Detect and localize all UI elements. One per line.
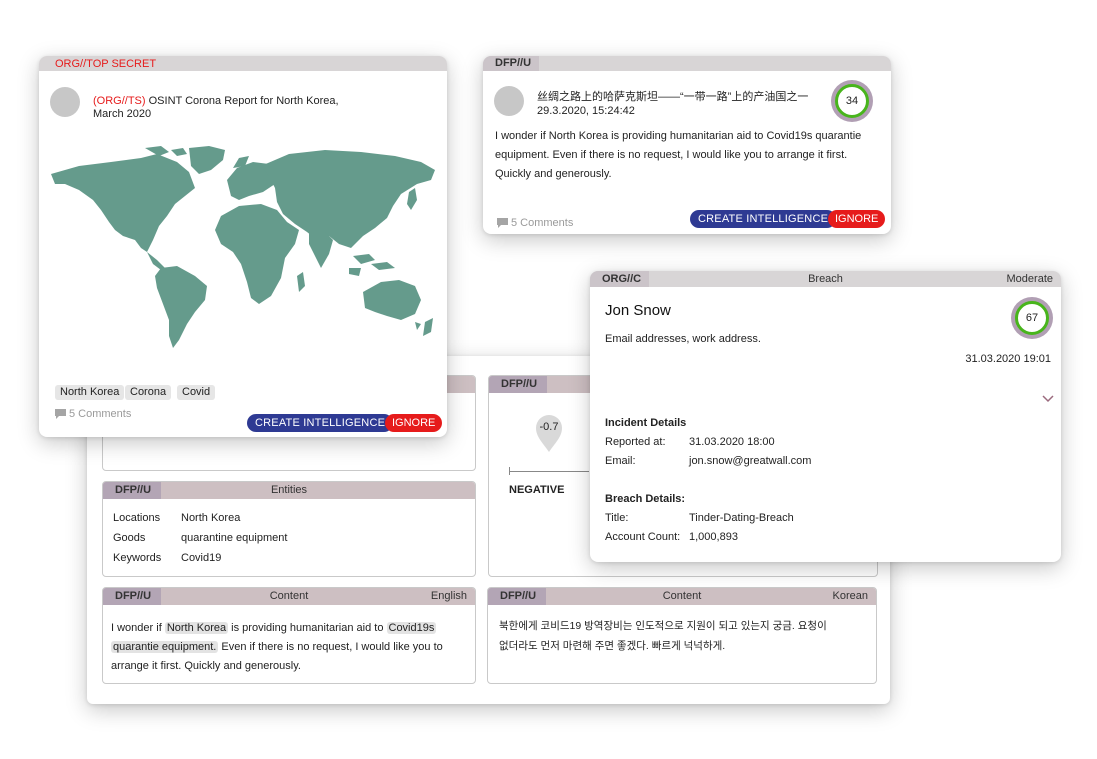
detail-value[interactable]: jon.snow@greatwall.com (689, 455, 811, 467)
language-label: English (430, 590, 467, 602)
entity-value: North Korea (181, 512, 241, 524)
classification-label: ORG//C (590, 271, 650, 287)
breach-heading: Breach Details: (605, 493, 686, 505)
language-label: Korean (832, 590, 868, 602)
content-panel-header: Content DFP//U English (103, 588, 475, 605)
world-map-image (51, 146, 435, 348)
classification-label: DFP//U (483, 56, 540, 71)
score-value: 34 (835, 84, 869, 118)
chevron-down-icon[interactable] (1042, 395, 1054, 403)
classification-label: DFP//U (103, 482, 162, 499)
breach-card[interactable]: Breach ORG//C Moderate Jon Snow 67 Email… (590, 271, 1061, 562)
post-card[interactable]: DFP//U 丝绸之路上的哈萨克斯坦——“一带一路”上的产油国之一 29.3.2… (483, 56, 891, 234)
entity-highlight[interactable]: North Korea (164, 622, 229, 634)
tag-chip[interactable]: North Korea (55, 385, 125, 400)
sentiment-scale-line (509, 471, 589, 472)
ignore-button[interactable]: IGNORE (385, 414, 443, 432)
detail-label: Reported at: (605, 436, 666, 448)
create-intelligence-button[interactable]: CREATE INTELLIGENCE (690, 210, 837, 228)
post-title[interactable]: 丝绸之路上的哈萨克斯坦——“一带一路”上的产油国之一 (537, 88, 808, 104)
card-header: ORG//TOP SECRET (39, 56, 447, 71)
detail-value: 1,000,893 (689, 531, 738, 543)
detail-label: Email: (605, 455, 636, 467)
detail-value: 31.03.2020 18:00 (689, 436, 775, 448)
sentiment-scale-tick (509, 467, 510, 475)
tag-chip[interactable]: Corona (125, 385, 172, 400)
threat-score: 67 (1011, 297, 1053, 339)
score-value: 67 (1015, 301, 1049, 335)
content-text-line: 북한에게 코비드19 방역장비는 인도적으로 지원이 되고 있는지 궁금. 요청… (499, 620, 827, 632)
comments-link[interactable]: 5 Comments (55, 408, 131, 420)
entity-key: Goods (113, 532, 146, 544)
entity-key: Locations (113, 512, 161, 524)
tag-chip[interactable]: Covid (177, 385, 216, 400)
entity-highlight[interactable]: Covid19s (386, 622, 437, 634)
content-text: I wonder if North Korea is providing hum… (111, 622, 443, 672)
comment-icon (55, 409, 66, 419)
breach-date: 31.03.2020 19:01 (965, 353, 1051, 365)
content-korean-panel: Content DFP//U Korean 북한에게 코비드19 방역장비는 인… (487, 587, 877, 684)
report-title[interactable]: (ORG//TS) OSINT Corona Report for North … (93, 95, 339, 121)
severity-label: Moderate (1006, 273, 1053, 285)
entity-highlight[interactable]: quarantie equipment. (111, 641, 219, 653)
sentiment-label: NEGATIVE (509, 484, 565, 496)
detail-label: Account Count: (605, 531, 681, 543)
post-timestamp: 29.3.2020, 15:24:42 (537, 105, 635, 117)
create-intelligence-button[interactable]: CREATE INTELLIGENCE (247, 414, 394, 432)
sentiment-value: -0.7 (539, 421, 559, 433)
card-header: Breach ORG//C Moderate (590, 271, 1061, 287)
post-body: I wonder if North Korea is providing hum… (495, 130, 862, 180)
avatar (50, 87, 80, 117)
classification-label: DFP//U (489, 376, 548, 393)
content-english-panel: Content DFP//U English I wonder if North… (102, 587, 476, 684)
classification-label: DFP//U (488, 588, 547, 605)
classification-label: DFP//U (103, 588, 162, 605)
report-card[interactable]: ORG//TOP SECRET (ORG//TS) OSINT Corona R… (39, 56, 447, 437)
entities-panel: Entities DFP//U Locations North Korea Go… (102, 481, 476, 577)
classification-label: ORG//TOP SECRET (55, 58, 157, 70)
incident-heading: Incident Details (605, 417, 687, 429)
content-text-line: 없더라도 먼저 마련해 주면 좋겠다. 빠르게 넉넉하게. (499, 640, 726, 652)
entities-panel-header: Entities DFP//U (103, 482, 475, 499)
entity-key: Keywords (113, 552, 162, 564)
entity-value: quarantine equipment (181, 532, 288, 544)
comment-icon (497, 218, 508, 228)
detail-value: Tinder-Dating-Breach (689, 512, 794, 524)
person-name[interactable]: Jon Snow (605, 302, 671, 319)
breach-summary: Email addresses, work address. (605, 333, 761, 345)
content-panel-header: Content DFP//U Korean (488, 588, 876, 605)
card-type: Breach (808, 273, 843, 285)
avatar (494, 86, 524, 116)
threat-score: 34 (831, 80, 873, 122)
comments-link[interactable]: 5 Comments (497, 217, 573, 229)
ignore-button[interactable]: IGNORE (828, 210, 886, 228)
detail-label: Title: (605, 512, 629, 524)
entity-value: Covid19 (181, 552, 222, 564)
card-header: DFP//U (483, 56, 891, 71)
panel-title: Content (662, 590, 702, 602)
